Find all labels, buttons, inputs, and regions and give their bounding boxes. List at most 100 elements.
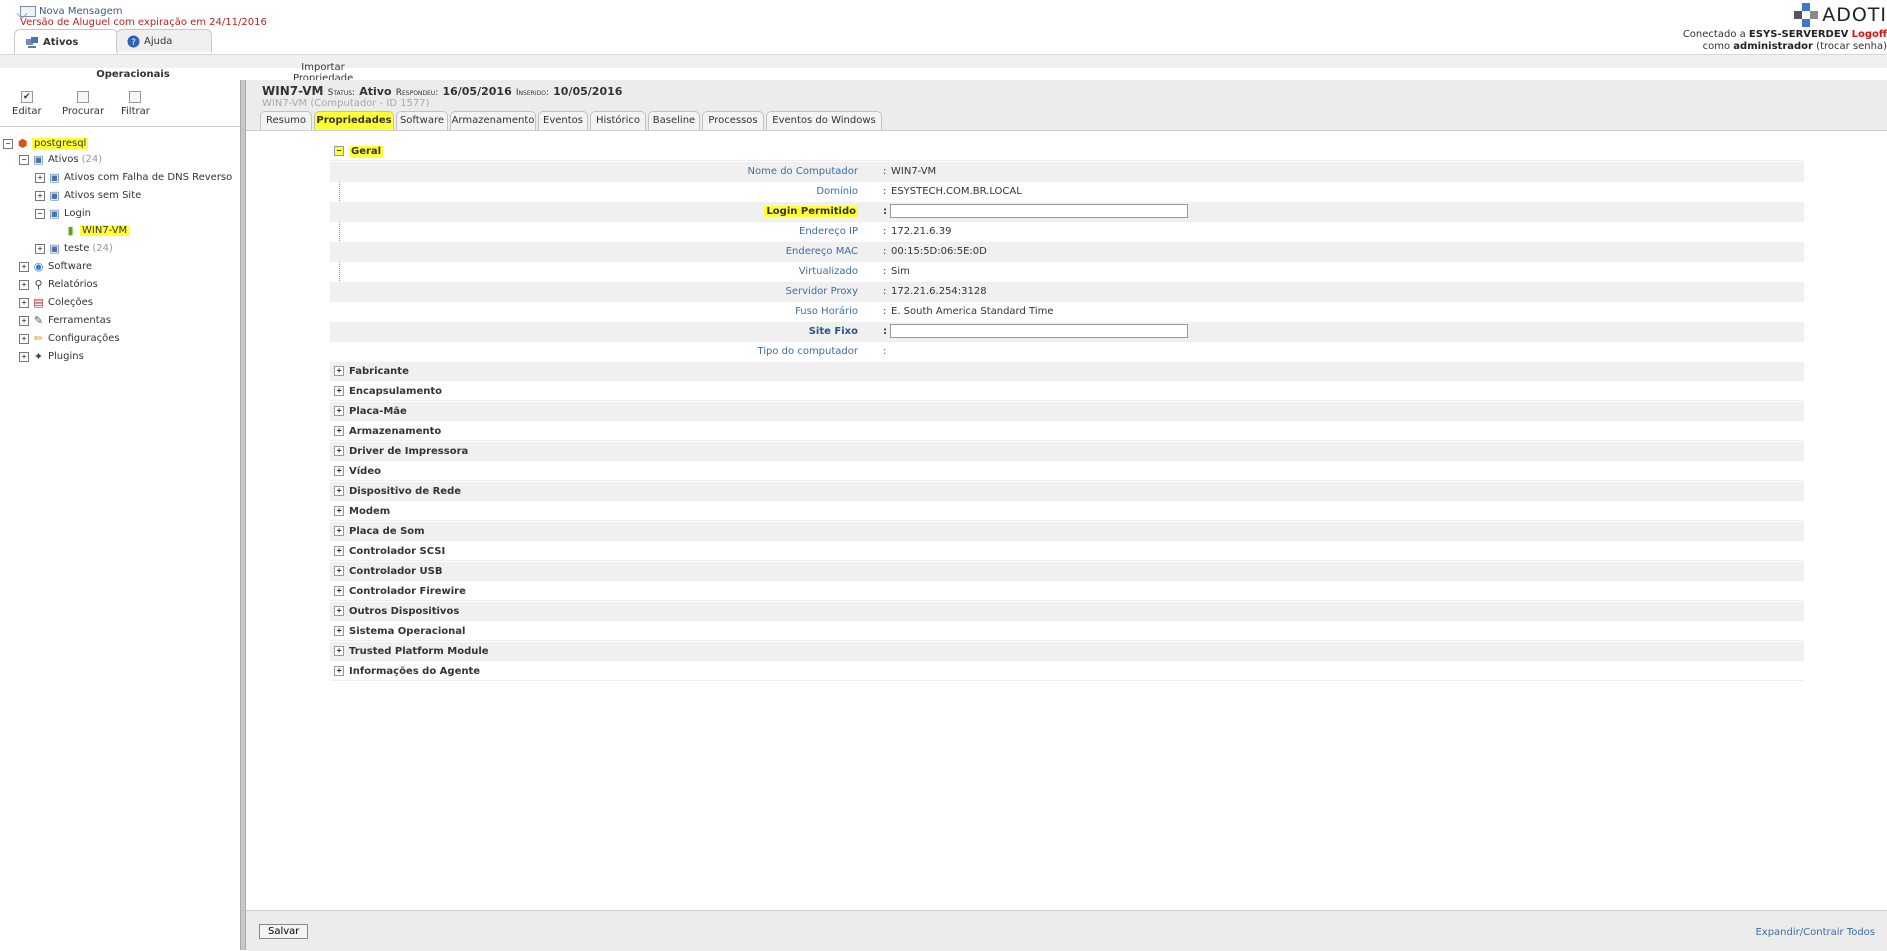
expand-icon[interactable]: +	[35, 172, 45, 183]
collapse-icon[interactable]: −	[19, 154, 29, 165]
tree-node-ferramentas[interactable]: + ✎ Ferramentas	[19, 314, 111, 327]
tab-ativos[interactable]: Ativos	[14, 29, 118, 54]
expand-icon[interactable]: +	[334, 406, 344, 416]
import-properties-button[interactable]: Importar Propriedades	[293, 62, 353, 82]
expand-icon[interactable]: +	[35, 190, 45, 201]
prop-label: Endereço MAC	[785, 246, 858, 257]
section-encapsulamento[interactable]: + Encapsulamento	[330, 382, 1804, 401]
tree-node-login[interactable]: − ▣ Login	[35, 207, 91, 220]
collection-icon: ▤	[33, 296, 44, 309]
section-geral[interactable]: − Geral	[330, 142, 1804, 161]
expand-icon[interactable]: +	[19, 333, 29, 344]
expand-icon[interactable]: +	[19, 297, 29, 308]
filter-tool[interactable]: Filtrar	[121, 91, 150, 117]
collapse-icon[interactable]: −	[3, 138, 13, 149]
collapse-icon[interactable]: −	[35, 208, 45, 219]
tree-label-sem-site: Ativos sem Site	[64, 190, 142, 201]
expand-icon[interactable]: +	[334, 566, 344, 576]
tree-node-colecoes[interactable]: + ▤ Coleções	[19, 296, 93, 309]
tree-node-postgresql[interactable]: − ⬢ postgresql	[3, 137, 89, 150]
section-driver-impressora[interactable]: + Driver de Impressora	[330, 442, 1804, 461]
tree-node-win7-vm[interactable]: ▮ WIN7-VM	[64, 224, 130, 237]
expand-icon[interactable]: +	[334, 626, 344, 636]
tree-node-configuracoes[interactable]: + ✏ Configurações	[19, 332, 120, 345]
expand-icon[interactable]: +	[334, 366, 344, 376]
new-message-link[interactable]: Nova Mensagem	[20, 6, 123, 17]
section-modem[interactable]: + Modem	[330, 502, 1804, 521]
save-button[interactable]: Salvar	[259, 924, 309, 939]
prop-row: Virtualizado : Sim	[330, 262, 1804, 282]
tree-node-software[interactable]: + ◉ Software	[19, 260, 92, 273]
section-placa-som[interactable]: + Placa de Som	[330, 522, 1804, 541]
section-fabricante[interactable]: + Fabricante	[330, 362, 1804, 381]
tree-node-relatorios[interactable]: + ⚲ Relatórios	[19, 278, 98, 291]
section-video[interactable]: + Vídeo	[330, 462, 1804, 481]
tab-propriedades[interactable]: Propriedades	[314, 111, 394, 130]
login-permitido-input[interactable]	[890, 204, 1188, 218]
expand-icon[interactable]: +	[334, 386, 344, 396]
asset-header: WIN7-VM Status: Ativo Respondeu: 16/05/2…	[246, 80, 1887, 130]
expand-icon[interactable]: +	[334, 646, 344, 656]
expand-collapse-all-link[interactable]: Expandir/Contrair Todos	[1755, 927, 1875, 938]
expand-icon[interactable]: +	[334, 446, 344, 456]
expand-icon[interactable]: +	[334, 666, 344, 676]
expand-icon[interactable]: +	[35, 243, 45, 254]
expand-icon[interactable]: +	[334, 546, 344, 556]
section-armazenamento[interactable]: + Armazenamento	[330, 422, 1804, 441]
expand-icon[interactable]: +	[334, 586, 344, 596]
section-outros-dispositivos[interactable]: + Outros Dispositivos	[330, 602, 1804, 621]
tab-ajuda[interactable]: ? Ajuda	[116, 29, 212, 52]
section-informacoes-agente[interactable]: + Informações do Agente	[330, 662, 1804, 681]
section-trusted-platform-module[interactable]: + Trusted Platform Module	[330, 642, 1804, 661]
tree-label-ferramentas: Ferramentas	[48, 315, 112, 326]
tab-eventos[interactable]: Eventos	[538, 111, 588, 130]
expand-icon[interactable]: +	[19, 261, 29, 272]
tree-label-software: Software	[48, 261, 93, 272]
prop-value: ESYSTECH.COM.BR.LOCAL	[891, 186, 1022, 197]
expand-icon[interactable]: +	[334, 606, 344, 616]
tab-software[interactable]: Software	[396, 111, 448, 130]
expand-icon[interactable]: +	[19, 351, 29, 362]
expand-icon[interactable]: +	[19, 279, 29, 290]
tree-node-teste[interactable]: + ▣ teste (24)	[35, 242, 113, 255]
tree-label-falha-dns: Ativos com Falha de DNS Reverso	[64, 172, 233, 183]
prop-row: Fuso Horário : E. South America Standard…	[330, 302, 1804, 322]
prop-row: Servidor Proxy : 172.21.6.254:3128	[330, 282, 1804, 302]
expand-icon[interactable]: +	[19, 315, 29, 326]
search-tool[interactable]: Procurar	[62, 91, 104, 117]
section-controlador-firewire[interactable]: + Controlador Firewire	[330, 582, 1804, 601]
edit-tool[interactable]: ✔ Editar	[12, 91, 42, 117]
section-dispositivo-rede[interactable]: + Dispositivo de Rede	[330, 482, 1804, 501]
tree-node-falha-dns[interactable]: + ▣ Ativos com Falha de DNS Reverso	[35, 171, 232, 184]
expand-icon[interactable]: +	[334, 426, 344, 436]
tab-processos[interactable]: Processos	[702, 111, 764, 130]
collapse-icon[interactable]: −	[334, 146, 344, 156]
search-checkbox-icon	[77, 91, 90, 103]
section-controlador-usb[interactable]: + Controlador USB	[330, 562, 1804, 581]
tab-armazenamento[interactable]: Armazenamento	[450, 111, 536, 130]
tab-baseline[interactable]: Baseline	[648, 111, 700, 130]
tab-historico[interactable]: Histórico	[590, 111, 646, 130]
prop-colon: :	[883, 166, 887, 177]
brand-name: ADOTI	[1822, 4, 1887, 26]
section-placa-mae[interactable]: + Placa-Mãe	[330, 402, 1804, 421]
svg-text:?: ?	[131, 38, 136, 48]
logoff-link[interactable]: Logoff	[1852, 29, 1887, 40]
tree-node-ativos[interactable]: − ▣ Ativos (24)	[19, 153, 102, 166]
section-controlador-scsi[interactable]: + Controlador SCSI	[330, 542, 1804, 561]
expand-icon[interactable]: +	[334, 506, 344, 516]
tree-node-sem-site[interactable]: + ▣ Ativos sem Site	[35, 189, 141, 202]
expand-icon[interactable]: +	[334, 466, 344, 476]
section-title: Controlador SCSI	[349, 545, 446, 557]
section-sistema-operacional[interactable]: + Sistema Operacional	[330, 622, 1804, 641]
prop-value: 00:15:5D:06:5E:0D	[891, 246, 987, 257]
magnifier-icon: ⚲	[34, 278, 43, 291]
section-title: Controlador USB	[349, 565, 443, 577]
tab-resumo[interactable]: Resumo	[260, 111, 312, 130]
expand-icon[interactable]: +	[334, 486, 344, 496]
expand-icon[interactable]: +	[334, 526, 344, 536]
change-password-link[interactable]: (trocar senha)	[1816, 41, 1887, 52]
tab-eventos-windows[interactable]: Eventos do Windows	[766, 111, 882, 130]
site-fixo-input[interactable]	[890, 324, 1188, 338]
tree-node-plugins[interactable]: + ✦ Plugins	[19, 350, 84, 363]
